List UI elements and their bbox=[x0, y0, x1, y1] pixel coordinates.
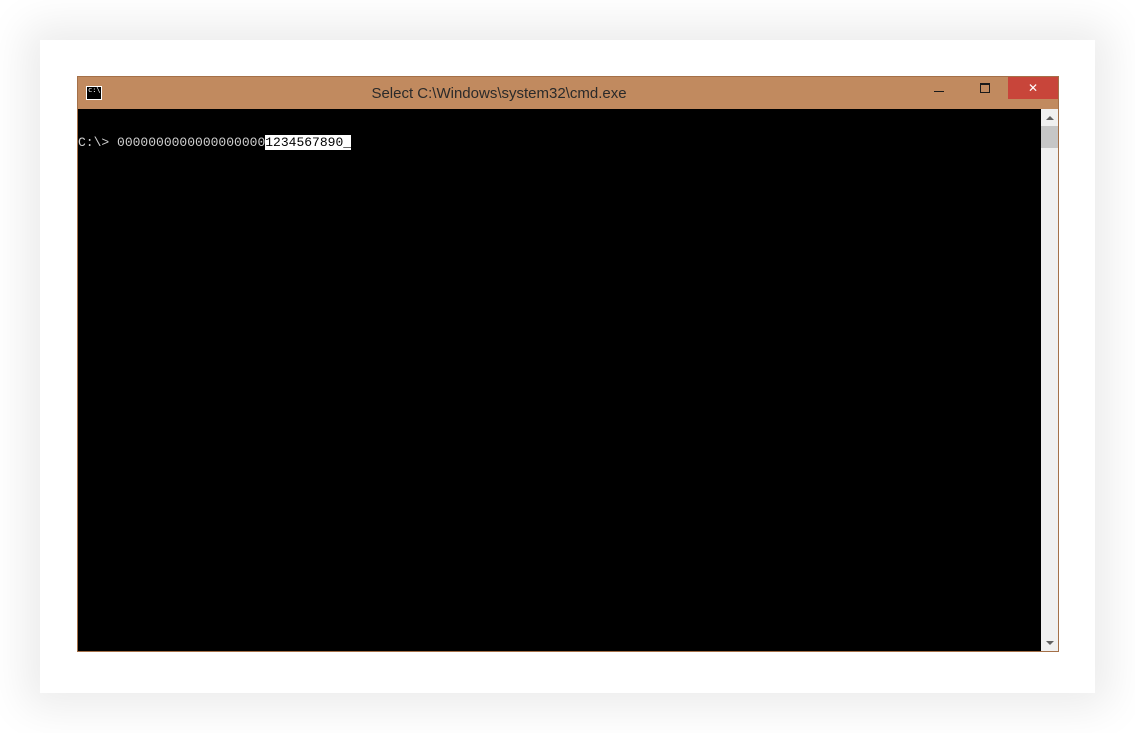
scroll-up-button[interactable] bbox=[1041, 109, 1058, 126]
chevron-up-icon bbox=[1046, 116, 1054, 120]
scroll-track[interactable] bbox=[1041, 126, 1058, 634]
cursor: _ bbox=[343, 135, 351, 150]
cmd-window: Select C:\Windows\system32\cmd.exe ✕ C:\… bbox=[77, 76, 1059, 652]
minimize-button[interactable] bbox=[916, 77, 962, 99]
vertical-scrollbar[interactable] bbox=[1041, 109, 1058, 651]
scroll-down-button[interactable] bbox=[1041, 634, 1058, 651]
window-controls: ✕ bbox=[916, 77, 1058, 109]
terminal-content[interactable]: C:\> 00000000000000000001234567890_ bbox=[78, 109, 1041, 651]
maximize-icon bbox=[980, 83, 990, 93]
terminal-body: C:\> 00000000000000000001234567890_ bbox=[78, 109, 1058, 651]
chevron-down-icon bbox=[1046, 641, 1054, 645]
typed-text-selected: 1234567890 bbox=[265, 135, 343, 150]
typed-text-plain: 0000000000000000000 bbox=[117, 135, 265, 150]
window-title: Select C:\Windows\system32\cmd.exe bbox=[102, 85, 916, 102]
prompt: C:\> bbox=[78, 135, 117, 150]
cmd-icon bbox=[86, 86, 102, 100]
scroll-thumb[interactable] bbox=[1041, 126, 1058, 148]
close-icon: ✕ bbox=[1028, 82, 1038, 94]
maximize-button[interactable] bbox=[962, 77, 1008, 99]
close-button[interactable]: ✕ bbox=[1008, 77, 1058, 99]
terminal-line: C:\> 00000000000000000001234567890_ bbox=[78, 135, 1041, 151]
minimize-icon bbox=[934, 91, 944, 92]
titlebar[interactable]: Select C:\Windows\system32\cmd.exe ✕ bbox=[78, 77, 1058, 109]
